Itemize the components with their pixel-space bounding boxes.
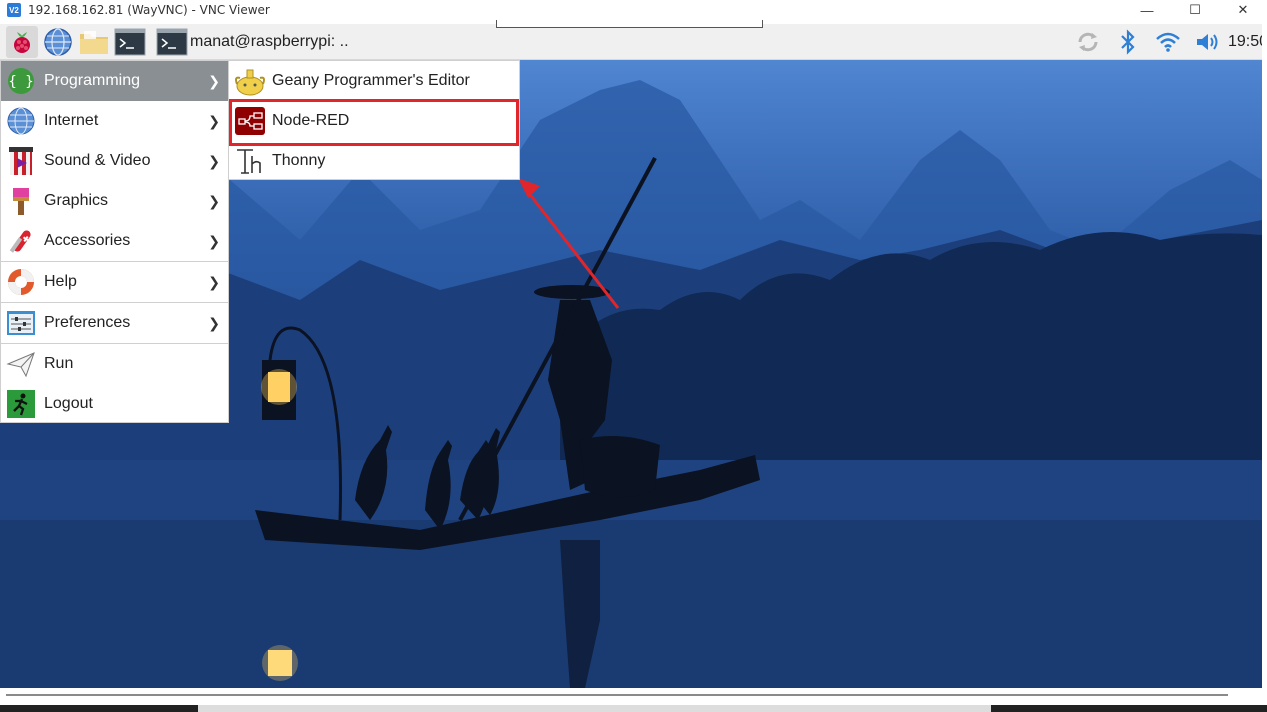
menu-item-logout[interactable]: Logout [1,384,229,424]
minimize-button[interactable]: — [1123,0,1171,20]
system-tray: 19:50 [1068,24,1262,60]
clock[interactable]: 19:50 [1228,33,1262,51]
bluetooth-icon[interactable] [1108,24,1148,60]
raspberry-menu-icon[interactable] [6,25,38,58]
close-button[interactable]: ✕ [1219,0,1267,20]
vnc-titlebar: V2 192.168.162.81 (WayVNC) - VNC Viewer … [0,0,1267,20]
menu-item-help[interactable]: Help ❯ [1,262,229,302]
submenu-item-geany[interactable]: Geany Programmer's Editor [229,61,519,101]
main-menu: { } Programming ❯ Internet ❯ Sound & Vid… [0,60,229,423]
terminal-window-icon[interactable] [156,26,188,58]
menu-item-label: Accessories [44,232,131,249]
horizontal-scrollbar[interactable] [6,694,1228,696]
window-title: 192.168.162.81 (WayVNC) - VNC Viewer [28,3,270,17]
menu-item-label: Sound & Video [44,152,151,169]
menu-item-label: Help [44,273,77,290]
maximize-button[interactable]: ☐ [1171,0,1219,20]
chevron-right-icon: ❯ [208,113,220,129]
globe-icon [5,105,37,137]
menu-item-run[interactable]: Run [1,344,229,384]
chevron-right-icon: ❯ [208,233,220,249]
file-manager-icon[interactable] [78,26,110,58]
preferences-icon [5,307,37,339]
host-taskbar-segment [198,705,991,712]
sync-icon[interactable] [1068,24,1108,60]
fisherman-hat [534,285,610,299]
submenu-item-thonny[interactable]: Thonny [229,141,519,181]
menu-item-sound-video[interactable]: Sound & Video ❯ [1,141,229,181]
taskbar-window-title[interactable]: manat@raspberrypi: .. [190,33,349,51]
menu-item-label: Preferences [44,314,131,331]
logout-icon [5,388,37,420]
run-icon [5,348,37,380]
annotation-highlight-box [229,99,519,146]
taskbar: manat@raspberrypi: .. 19:5 [0,24,1262,60]
terminal-icon[interactable] [114,26,146,58]
submenu-item-label: Thonny [272,152,326,169]
menu-item-accessories[interactable]: Accessories ❯ [1,221,229,261]
geany-icon [234,65,266,97]
help-lifebuoy-icon [5,266,37,298]
volume-icon[interactable] [1188,24,1228,60]
wifi-icon[interactable] [1148,24,1188,60]
menu-item-graphics[interactable]: Graphics ❯ [1,181,229,221]
menu-item-label: Graphics [44,192,109,209]
chevron-right-icon: ❯ [208,73,220,89]
programming-icon: { } [5,65,37,97]
menu-item-label: Internet [44,112,99,129]
menu-item-internet[interactable]: Internet ❯ [1,101,229,141]
window-controls: — ☐ ✕ [1123,0,1267,20]
vnc-toolbar-handle[interactable] [496,20,763,28]
chevron-right-icon: ❯ [208,193,220,209]
thonny-icon [234,145,266,177]
sound-video-icon [5,145,37,177]
chevron-right-icon: ❯ [208,315,220,331]
svg-text:{ }: { } [8,74,33,90]
graphics-icon [5,185,37,217]
menu-item-label: Programming [44,72,141,89]
menu-item-label: Run [44,355,74,372]
menu-item-preferences[interactable]: Preferences ❯ [1,303,229,343]
accessories-icon [5,225,37,257]
submenu-item-label: Geany Programmer's Editor [272,72,470,89]
vnc-viewer-logo-icon: V2 [7,3,21,17]
window-right-edge [1262,24,1267,688]
web-browser-icon[interactable] [42,26,74,58]
chevron-right-icon: ❯ [208,274,220,290]
chevron-right-icon: ❯ [208,153,220,169]
menu-item-programming[interactable]: { } Programming ❯ [1,61,229,101]
menu-item-label: Logout [44,395,93,412]
